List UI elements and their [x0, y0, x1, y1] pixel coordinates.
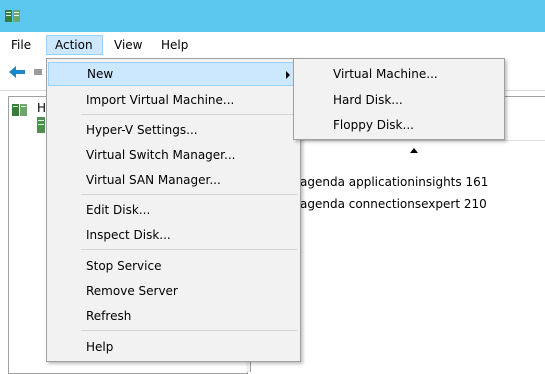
menu-item-virtual-san-manager[interactable]: Virtual SAN Manager... — [48, 168, 299, 192]
menu-item-inspect-disk[interactable]: Inspect Disk... — [48, 223, 299, 247]
submenu-arrow-icon — [286, 71, 290, 79]
menu-separator — [81, 330, 297, 331]
menu-item-new[interactable]: New — [48, 62, 299, 86]
menu-action[interactable]: Action — [46, 35, 103, 55]
vm-list-item[interactable]: agenda applicationinsights 161 — [300, 175, 488, 189]
title-bar — [0, 0, 545, 32]
action-menu: New Import Virtual Machine... Hyper-V Se… — [46, 58, 301, 362]
submenu-item-hard-disk[interactable]: Hard Disk... — [295, 88, 503, 112]
hyper-v-manager-icon — [12, 104, 27, 116]
menu-item-import-virtual-machine[interactable]: Import Virtual Machine... — [48, 88, 299, 112]
menu-help[interactable]: Help — [154, 35, 195, 55]
menu-item-edit-disk[interactable]: Edit Disk... — [48, 198, 299, 222]
menu-item-remove-server[interactable]: Remove Server — [48, 279, 299, 303]
column-header-divider — [300, 140, 545, 141]
toolbar-button-edge[interactable] — [34, 69, 42, 75]
menu-view[interactable]: View — [107, 35, 149, 55]
menu-item-virtual-switch-manager[interactable]: Virtual Switch Manager... — [48, 143, 299, 167]
submenu-item-floppy-disk[interactable]: Floppy Disk... — [295, 113, 503, 137]
menu-item-help[interactable]: Help — [48, 335, 299, 359]
menu-separator — [81, 249, 297, 250]
menu-item-hyper-v-settings[interactable]: Hyper-V Settings... — [48, 118, 299, 142]
tree-root-label[interactable]: H — [37, 101, 46, 115]
hyper-v-manager-icon — [5, 10, 20, 22]
server-icon — [37, 117, 45, 133]
sort-ascending-icon[interactable] — [410, 148, 418, 153]
menu-file[interactable]: File — [7, 35, 35, 55]
menu-item-stop-service[interactable]: Stop Service — [48, 254, 299, 278]
back-arrow-icon[interactable] — [8, 65, 26, 79]
menu-item-refresh[interactable]: Refresh — [48, 304, 299, 328]
menu-separator — [81, 114, 297, 115]
menu-separator — [81, 194, 297, 195]
vm-list-item[interactable]: agenda connectionsexpert 210 — [300, 197, 487, 211]
menu-item-label: New — [87, 67, 114, 81]
new-submenu: Virtual Machine... Hard Disk... Floppy D… — [293, 58, 505, 140]
submenu-item-virtual-machine[interactable]: Virtual Machine... — [295, 62, 503, 86]
